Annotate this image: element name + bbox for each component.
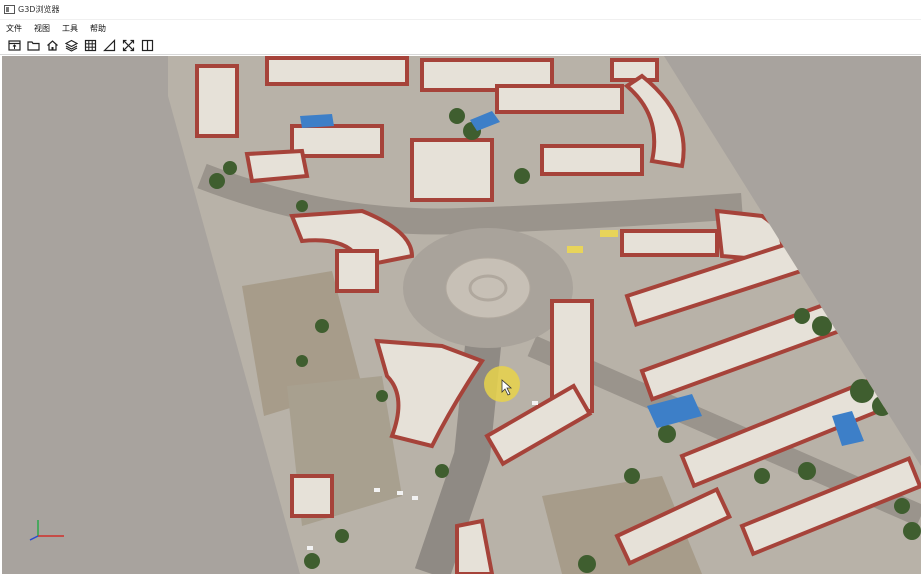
city-model-scene — [168, 56, 921, 574]
menu-help[interactable]: 帮助 — [90, 23, 106, 34]
split-view-icon — [141, 39, 154, 51]
layers-icon — [65, 39, 78, 52]
menu-file[interactable]: 文件 — [6, 23, 22, 34]
toolbar — [0, 36, 921, 55]
open-model-button[interactable] — [5, 37, 24, 54]
title-bar: G3D浏览器 — [0, 0, 921, 20]
folder-icon — [27, 40, 40, 51]
menu-tools[interactable]: 工具 — [62, 23, 78, 34]
measure-icon — [103, 38, 116, 51]
grid-icon — [84, 39, 97, 51]
3d-viewport[interactable] — [2, 56, 921, 574]
open-folder-button[interactable] — [24, 37, 43, 54]
split-view-button[interactable] — [138, 37, 157, 54]
home-icon — [47, 39, 58, 51]
window-title: G3D浏览器 — [18, 5, 60, 14]
fullscreen-icon — [122, 39, 135, 51]
layers-button[interactable] — [62, 37, 81, 54]
fullscreen-button[interactable] — [119, 37, 138, 54]
home-view-button[interactable] — [43, 37, 62, 54]
menu-view[interactable]: 视图 — [34, 23, 50, 34]
menu-bar: 文件 视图 工具 帮助 — [0, 20, 921, 36]
open-model-icon — [8, 39, 21, 51]
measure-button[interactable] — [100, 37, 119, 54]
grid-button[interactable] — [81, 37, 100, 54]
app-window-icon — [4, 5, 15, 14]
axis-indicator — [29, 520, 64, 541]
